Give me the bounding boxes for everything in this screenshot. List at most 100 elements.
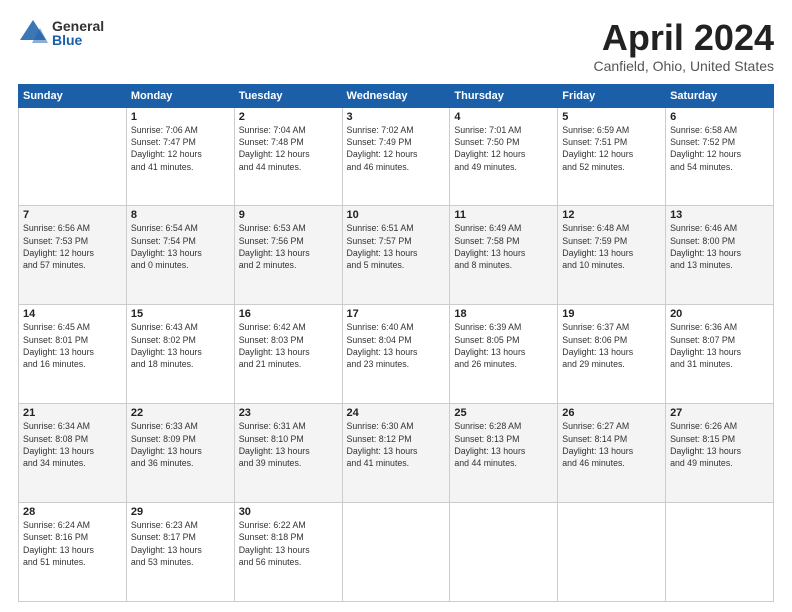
day-info: Sunrise: 7:01 AMSunset: 7:50 PMDaylight:…	[454, 124, 553, 173]
day-number: 30	[239, 506, 338, 518]
day-number: 18	[454, 308, 553, 320]
header: General Blue April 2024 Canfield, Ohio, …	[18, 18, 774, 74]
logo-blue: Blue	[52, 33, 104, 47]
day-number: 11	[454, 209, 553, 221]
calendar-cell: 1Sunrise: 7:06 AMSunset: 7:47 PMDaylight…	[126, 107, 234, 206]
day-header-friday: Friday	[558, 84, 666, 107]
day-header-saturday: Saturday	[666, 84, 774, 107]
day-info: Sunrise: 6:42 AMSunset: 8:03 PMDaylight:…	[239, 321, 338, 370]
week-row-2: 7Sunrise: 6:56 AMSunset: 7:53 PMDaylight…	[19, 206, 774, 305]
calendar-cell	[558, 503, 666, 602]
day-number: 6	[670, 111, 769, 123]
week-row-4: 21Sunrise: 6:34 AMSunset: 8:08 PMDayligh…	[19, 404, 774, 503]
day-info: Sunrise: 6:31 AMSunset: 8:10 PMDaylight:…	[239, 420, 338, 469]
day-info: Sunrise: 7:06 AMSunset: 7:47 PMDaylight:…	[131, 124, 230, 173]
calendar-cell	[666, 503, 774, 602]
calendar-cell: 17Sunrise: 6:40 AMSunset: 8:04 PMDayligh…	[342, 305, 450, 404]
day-number: 17	[347, 308, 446, 320]
calendar-cell: 24Sunrise: 6:30 AMSunset: 8:12 PMDayligh…	[342, 404, 450, 503]
calendar-cell: 13Sunrise: 6:46 AMSunset: 8:00 PMDayligh…	[666, 206, 774, 305]
day-number: 23	[239, 407, 338, 419]
day-info: Sunrise: 6:53 AMSunset: 7:56 PMDaylight:…	[239, 222, 338, 271]
day-info: Sunrise: 6:27 AMSunset: 8:14 PMDaylight:…	[562, 420, 661, 469]
calendar-cell	[19, 107, 127, 206]
logo: General Blue	[18, 18, 104, 48]
calendar-cell: 3Sunrise: 7:02 AMSunset: 7:49 PMDaylight…	[342, 107, 450, 206]
day-number: 29	[131, 506, 230, 518]
calendar-cell: 6Sunrise: 6:58 AMSunset: 7:52 PMDaylight…	[666, 107, 774, 206]
day-info: Sunrise: 6:46 AMSunset: 8:00 PMDaylight:…	[670, 222, 769, 271]
day-number: 28	[23, 506, 122, 518]
day-header-wednesday: Wednesday	[342, 84, 450, 107]
day-header-monday: Monday	[126, 84, 234, 107]
day-number: 5	[562, 111, 661, 123]
week-row-3: 14Sunrise: 6:45 AMSunset: 8:01 PMDayligh…	[19, 305, 774, 404]
day-number: 22	[131, 407, 230, 419]
day-number: 13	[670, 209, 769, 221]
calendar-cell: 19Sunrise: 6:37 AMSunset: 8:06 PMDayligh…	[558, 305, 666, 404]
calendar-cell: 27Sunrise: 6:26 AMSunset: 8:15 PMDayligh…	[666, 404, 774, 503]
calendar-cell: 28Sunrise: 6:24 AMSunset: 8:16 PMDayligh…	[19, 503, 127, 602]
calendar-table: SundayMondayTuesdayWednesdayThursdayFrid…	[18, 84, 774, 602]
day-info: Sunrise: 7:04 AMSunset: 7:48 PMDaylight:…	[239, 124, 338, 173]
calendar-cell: 11Sunrise: 6:49 AMSunset: 7:58 PMDayligh…	[450, 206, 558, 305]
calendar-cell: 14Sunrise: 6:45 AMSunset: 8:01 PMDayligh…	[19, 305, 127, 404]
day-number: 4	[454, 111, 553, 123]
day-info: Sunrise: 6:26 AMSunset: 8:15 PMDaylight:…	[670, 420, 769, 469]
calendar-cell	[450, 503, 558, 602]
day-number: 3	[347, 111, 446, 123]
calendar-cell: 21Sunrise: 6:34 AMSunset: 8:08 PMDayligh…	[19, 404, 127, 503]
logo-general: General	[52, 19, 104, 33]
day-info: Sunrise: 7:02 AMSunset: 7:49 PMDaylight:…	[347, 124, 446, 173]
day-info: Sunrise: 6:33 AMSunset: 8:09 PMDaylight:…	[131, 420, 230, 469]
day-info: Sunrise: 6:22 AMSunset: 8:18 PMDaylight:…	[239, 519, 338, 568]
week-row-5: 28Sunrise: 6:24 AMSunset: 8:16 PMDayligh…	[19, 503, 774, 602]
day-number: 7	[23, 209, 122, 221]
day-info: Sunrise: 6:39 AMSunset: 8:05 PMDaylight:…	[454, 321, 553, 370]
location: Canfield, Ohio, United States	[593, 58, 774, 74]
day-info: Sunrise: 6:28 AMSunset: 8:13 PMDaylight:…	[454, 420, 553, 469]
day-number: 26	[562, 407, 661, 419]
calendar-cell: 16Sunrise: 6:42 AMSunset: 8:03 PMDayligh…	[234, 305, 342, 404]
day-number: 9	[239, 209, 338, 221]
calendar-cell: 26Sunrise: 6:27 AMSunset: 8:14 PMDayligh…	[558, 404, 666, 503]
calendar-cell: 30Sunrise: 6:22 AMSunset: 8:18 PMDayligh…	[234, 503, 342, 602]
day-info: Sunrise: 6:40 AMSunset: 8:04 PMDaylight:…	[347, 321, 446, 370]
calendar-cell: 10Sunrise: 6:51 AMSunset: 7:57 PMDayligh…	[342, 206, 450, 305]
day-number: 24	[347, 407, 446, 419]
day-header-sunday: Sunday	[19, 84, 127, 107]
page: General Blue April 2024 Canfield, Ohio, …	[0, 0, 792, 612]
calendar-cell: 9Sunrise: 6:53 AMSunset: 7:56 PMDaylight…	[234, 206, 342, 305]
day-number: 2	[239, 111, 338, 123]
calendar-cell: 15Sunrise: 6:43 AMSunset: 8:02 PMDayligh…	[126, 305, 234, 404]
day-number: 10	[347, 209, 446, 221]
day-info: Sunrise: 6:48 AMSunset: 7:59 PMDaylight:…	[562, 222, 661, 271]
day-info: Sunrise: 6:30 AMSunset: 8:12 PMDaylight:…	[347, 420, 446, 469]
day-number: 20	[670, 308, 769, 320]
day-info: Sunrise: 6:49 AMSunset: 7:58 PMDaylight:…	[454, 222, 553, 271]
day-info: Sunrise: 6:23 AMSunset: 8:17 PMDaylight:…	[131, 519, 230, 568]
calendar-cell: 2Sunrise: 7:04 AMSunset: 7:48 PMDaylight…	[234, 107, 342, 206]
calendar-cell: 25Sunrise: 6:28 AMSunset: 8:13 PMDayligh…	[450, 404, 558, 503]
calendar-cell: 18Sunrise: 6:39 AMSunset: 8:05 PMDayligh…	[450, 305, 558, 404]
day-info: Sunrise: 6:54 AMSunset: 7:54 PMDaylight:…	[131, 222, 230, 271]
day-info: Sunrise: 6:43 AMSunset: 8:02 PMDaylight:…	[131, 321, 230, 370]
calendar-cell: 4Sunrise: 7:01 AMSunset: 7:50 PMDaylight…	[450, 107, 558, 206]
day-number: 15	[131, 308, 230, 320]
day-number: 19	[562, 308, 661, 320]
day-number: 16	[239, 308, 338, 320]
title-block: April 2024 Canfield, Ohio, United States	[593, 18, 774, 74]
logo-text: General Blue	[52, 19, 104, 47]
calendar-cell: 23Sunrise: 6:31 AMSunset: 8:10 PMDayligh…	[234, 404, 342, 503]
day-number: 27	[670, 407, 769, 419]
day-header-tuesday: Tuesday	[234, 84, 342, 107]
day-number: 21	[23, 407, 122, 419]
day-number: 14	[23, 308, 122, 320]
day-info: Sunrise: 6:34 AMSunset: 8:08 PMDaylight:…	[23, 420, 122, 469]
day-number: 25	[454, 407, 553, 419]
day-info: Sunrise: 6:58 AMSunset: 7:52 PMDaylight:…	[670, 124, 769, 173]
day-info: Sunrise: 6:59 AMSunset: 7:51 PMDaylight:…	[562, 124, 661, 173]
day-info: Sunrise: 6:45 AMSunset: 8:01 PMDaylight:…	[23, 321, 122, 370]
day-header-thursday: Thursday	[450, 84, 558, 107]
day-number: 12	[562, 209, 661, 221]
